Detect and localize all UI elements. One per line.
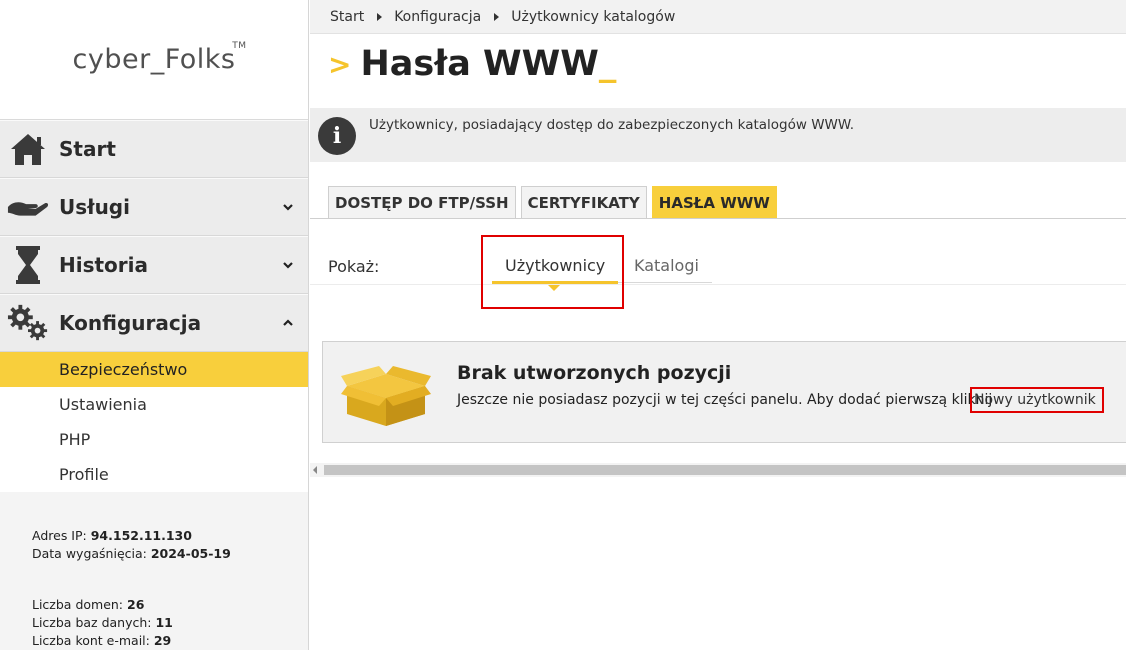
- hand-services-icon: [7, 186, 49, 228]
- horizontal-scrollbar[interactable]: [310, 463, 1126, 477]
- scroll-left-icon[interactable]: [313, 466, 317, 474]
- expiry-date-row: Data wygaśnięcia: 2024-05-19: [32, 546, 231, 561]
- ip-address-row: Adres IP: 94.152.11.130: [32, 528, 192, 543]
- tab-certyfikaty[interactable]: CERTYFIKATY: [520, 186, 647, 218]
- breadcrumb: Start Konfiguracja Użytkownicy katalogów: [310, 0, 1126, 34]
- breadcrumb-current: Użytkownicy katalogów: [511, 8, 676, 25]
- hourglass-icon: [7, 244, 49, 286]
- chevron-down-icon: [283, 204, 293, 211]
- brand-logo[interactable]: cyber_Folks TM: [73, 41, 246, 75]
- info-bar: i Użytkownicy, posiadający dostęp do zab…: [310, 108, 1126, 162]
- empty-state-title: Brak utworzonych pozycji: [457, 362, 732, 384]
- subnav-item-profile[interactable]: Profile: [0, 457, 308, 492]
- page-title-text: Hasła WWW: [360, 44, 599, 84]
- subnav-item-ustawienia[interactable]: Ustawienia: [0, 387, 308, 422]
- tab-hasla-www[interactable]: HASŁA WWW: [651, 186, 777, 218]
- account-info: Adres IP: 94.152.11.130 Data wygaśnięcia…: [32, 527, 231, 650]
- empty-state-description: Jeszcze nie posiadasz pozycji w tej częś…: [457, 392, 993, 408]
- filter-label: Pokaż:: [328, 257, 380, 276]
- page-title: > Hasła WWW _: [328, 44, 616, 84]
- nav-label-historia: Historia: [59, 253, 149, 277]
- title-prompt-icon: >: [328, 48, 352, 81]
- nav-label-uslugi: Usługi: [59, 195, 130, 219]
- email-count-row: Liczba kont e-mail: 29: [32, 633, 172, 648]
- databases-count-row: Liczba baz danych: 11: [32, 615, 173, 630]
- tab-ftp-ssh[interactable]: DOSTĘP DO FTP/SSH: [328, 186, 516, 218]
- nav-label-konfiguracja: Konfiguracja: [59, 311, 202, 335]
- nav-item-konfiguracja[interactable]: Konfiguracja: [0, 294, 308, 352]
- domains-count-row: Liczba domen: 26: [32, 597, 145, 612]
- info-icon: i: [318, 117, 356, 155]
- tabs-divider: [310, 218, 1126, 219]
- chevron-down-icon: [283, 262, 293, 269]
- nav-item-historia[interactable]: Historia: [0, 236, 308, 294]
- main-content: Start Konfiguracja Użytkownicy katalogów…: [310, 0, 1126, 650]
- subnav-item-php[interactable]: PHP: [0, 422, 308, 457]
- nav-item-uslugi[interactable]: Usługi: [0, 178, 308, 236]
- scrollbar-thumb[interactable]: [324, 465, 1126, 475]
- home-icon: [7, 128, 49, 170]
- breadcrumb-separator-icon: [377, 12, 383, 21]
- subnav-item-bezpieczenstwo[interactable]: Bezpieczeństwo: [0, 352, 308, 387]
- open-box-icon: [341, 366, 431, 426]
- logo-area: cyber_Folks TM: [0, 0, 308, 120]
- config-subnav: Bezpieczeństwo Ustawienia PHP Profile: [0, 352, 308, 492]
- chevron-up-icon: [283, 319, 293, 326]
- filter-row-divider: [310, 284, 1126, 285]
- nav-label-start: Start: [59, 137, 116, 161]
- highlight-box-filter: [481, 235, 624, 309]
- filter-option-katalogi[interactable]: Katalogi: [634, 256, 699, 275]
- breadcrumb-konfiguracja[interactable]: Konfiguracja: [394, 9, 481, 25]
- nav-item-start[interactable]: Start: [0, 120, 308, 178]
- new-user-link[interactable]: Nowy użytkownik: [970, 387, 1104, 413]
- breadcrumb-separator-icon: [494, 12, 500, 21]
- gears-icon: [7, 302, 49, 344]
- empty-state-panel: Brak utworzonych pozycji Jeszcze nie pos…: [322, 341, 1126, 443]
- info-text: Użytkownicy, posiadający dostęp do zabez…: [369, 117, 854, 133]
- title-cursor: _: [598, 44, 617, 84]
- section-tabs: DOSTĘP DO FTP/SSH CERTYFIKATY HASŁA WWW: [328, 186, 777, 218]
- breadcrumb-start[interactable]: Start: [330, 9, 364, 25]
- filter-underline: [618, 282, 712, 283]
- sidebar: cyber_Folks TM Start Usługi Historia Kon…: [0, 0, 309, 650]
